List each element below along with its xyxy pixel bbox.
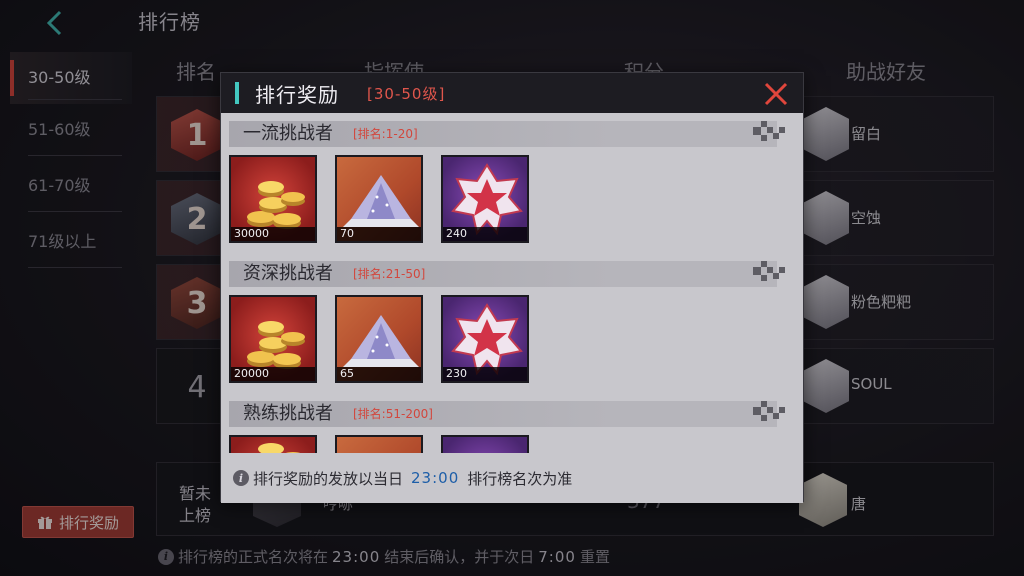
tier-pixel-decoration bbox=[753, 401, 785, 421]
title-accent-bar bbox=[235, 82, 239, 104]
modal-note-text-before: 排行奖励的发放以当日 bbox=[253, 469, 404, 488]
reward-quantity: 230 bbox=[443, 367, 527, 381]
reward-quantity: 30000 bbox=[231, 227, 315, 241]
tier-rank-range: [排名:21-50] bbox=[353, 267, 426, 281]
reward-quantity: 20000 bbox=[231, 367, 315, 381]
info-icon: i bbox=[233, 470, 249, 486]
tier-name: 一流挑战者 bbox=[243, 123, 333, 144]
modal-note-time: 23:00 bbox=[411, 469, 460, 487]
reward-item-gold[interactable]: 30000 bbox=[229, 155, 317, 243]
tier-pixel-decoration bbox=[753, 121, 785, 141]
tier-rank-range: [排名:1-20] bbox=[353, 127, 418, 141]
modal-footer-note: i 排行奖励的发放以当日 23:00 排行榜名次为准 bbox=[221, 453, 803, 503]
modal-title: 排行奖励 bbox=[255, 83, 339, 107]
gold-coins-icon bbox=[258, 443, 301, 453]
tier-name: 熟练挑战者 bbox=[243, 403, 333, 424]
reward-quantity: 65 bbox=[337, 367, 421, 381]
modal-note-text-after: 排行榜名次为准 bbox=[467, 469, 573, 488]
reward-list[interactable]: 一流挑战者 [排名:1-20] 资深挑战者 [排名:21-50] 熟练挑战者 [… bbox=[221, 113, 803, 453]
reward-item-crystal[interactable]: 65 bbox=[335, 295, 423, 383]
tier-header: 一流挑战者 [排名:1-20] bbox=[229, 121, 777, 147]
reward-item-medal[interactable]: 240 bbox=[441, 155, 529, 243]
reward-item-medal[interactable] bbox=[441, 435, 529, 453]
reward-item-gold[interactable]: 20000 bbox=[229, 295, 317, 383]
tier-header: 熟练挑战者 [排名:51-200] bbox=[229, 401, 777, 427]
reward-item-medal[interactable]: 230 bbox=[441, 295, 529, 383]
tier-rank-range: [排名:51-200] bbox=[353, 407, 433, 421]
reward-quantity: 70 bbox=[337, 227, 421, 241]
ranking-reward-modal: 排行奖励 [30-50级] 一流挑战者 [排名:1-20] 资深挑战者 [排名:… bbox=[220, 72, 804, 503]
modal-level-range: [30-50级] bbox=[367, 85, 446, 103]
reward-item-gold[interactable] bbox=[229, 435, 317, 453]
reward-item-crystal[interactable]: 70 bbox=[335, 155, 423, 243]
reward-quantity: 240 bbox=[443, 227, 527, 241]
close-icon[interactable] bbox=[763, 81, 789, 107]
tier-pixel-decoration bbox=[753, 261, 785, 281]
tier-name: 资深挑战者 bbox=[243, 263, 333, 284]
tier-header: 资深挑战者 [排名:21-50] bbox=[229, 261, 777, 287]
modal-header: 排行奖励 [30-50级] bbox=[221, 73, 803, 113]
reward-item-crystal[interactable] bbox=[335, 435, 423, 453]
